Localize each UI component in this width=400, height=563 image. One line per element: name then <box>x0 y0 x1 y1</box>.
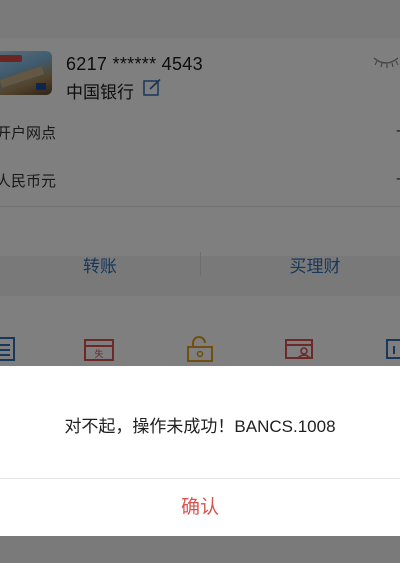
error-dialog: 对不起，操作未成功！BANCS.1008 确认 <box>0 366 400 536</box>
confirm-button[interactable]: 确认 <box>0 479 400 536</box>
dialog-message: 对不起，操作未成功！BANCS.1008 <box>64 417 336 436</box>
page: 6217 ****** 4543 中国银行 开户网点 -- 人民币元 -- 转账… <box>0 0 400 563</box>
bottom-backdrop <box>0 536 400 563</box>
